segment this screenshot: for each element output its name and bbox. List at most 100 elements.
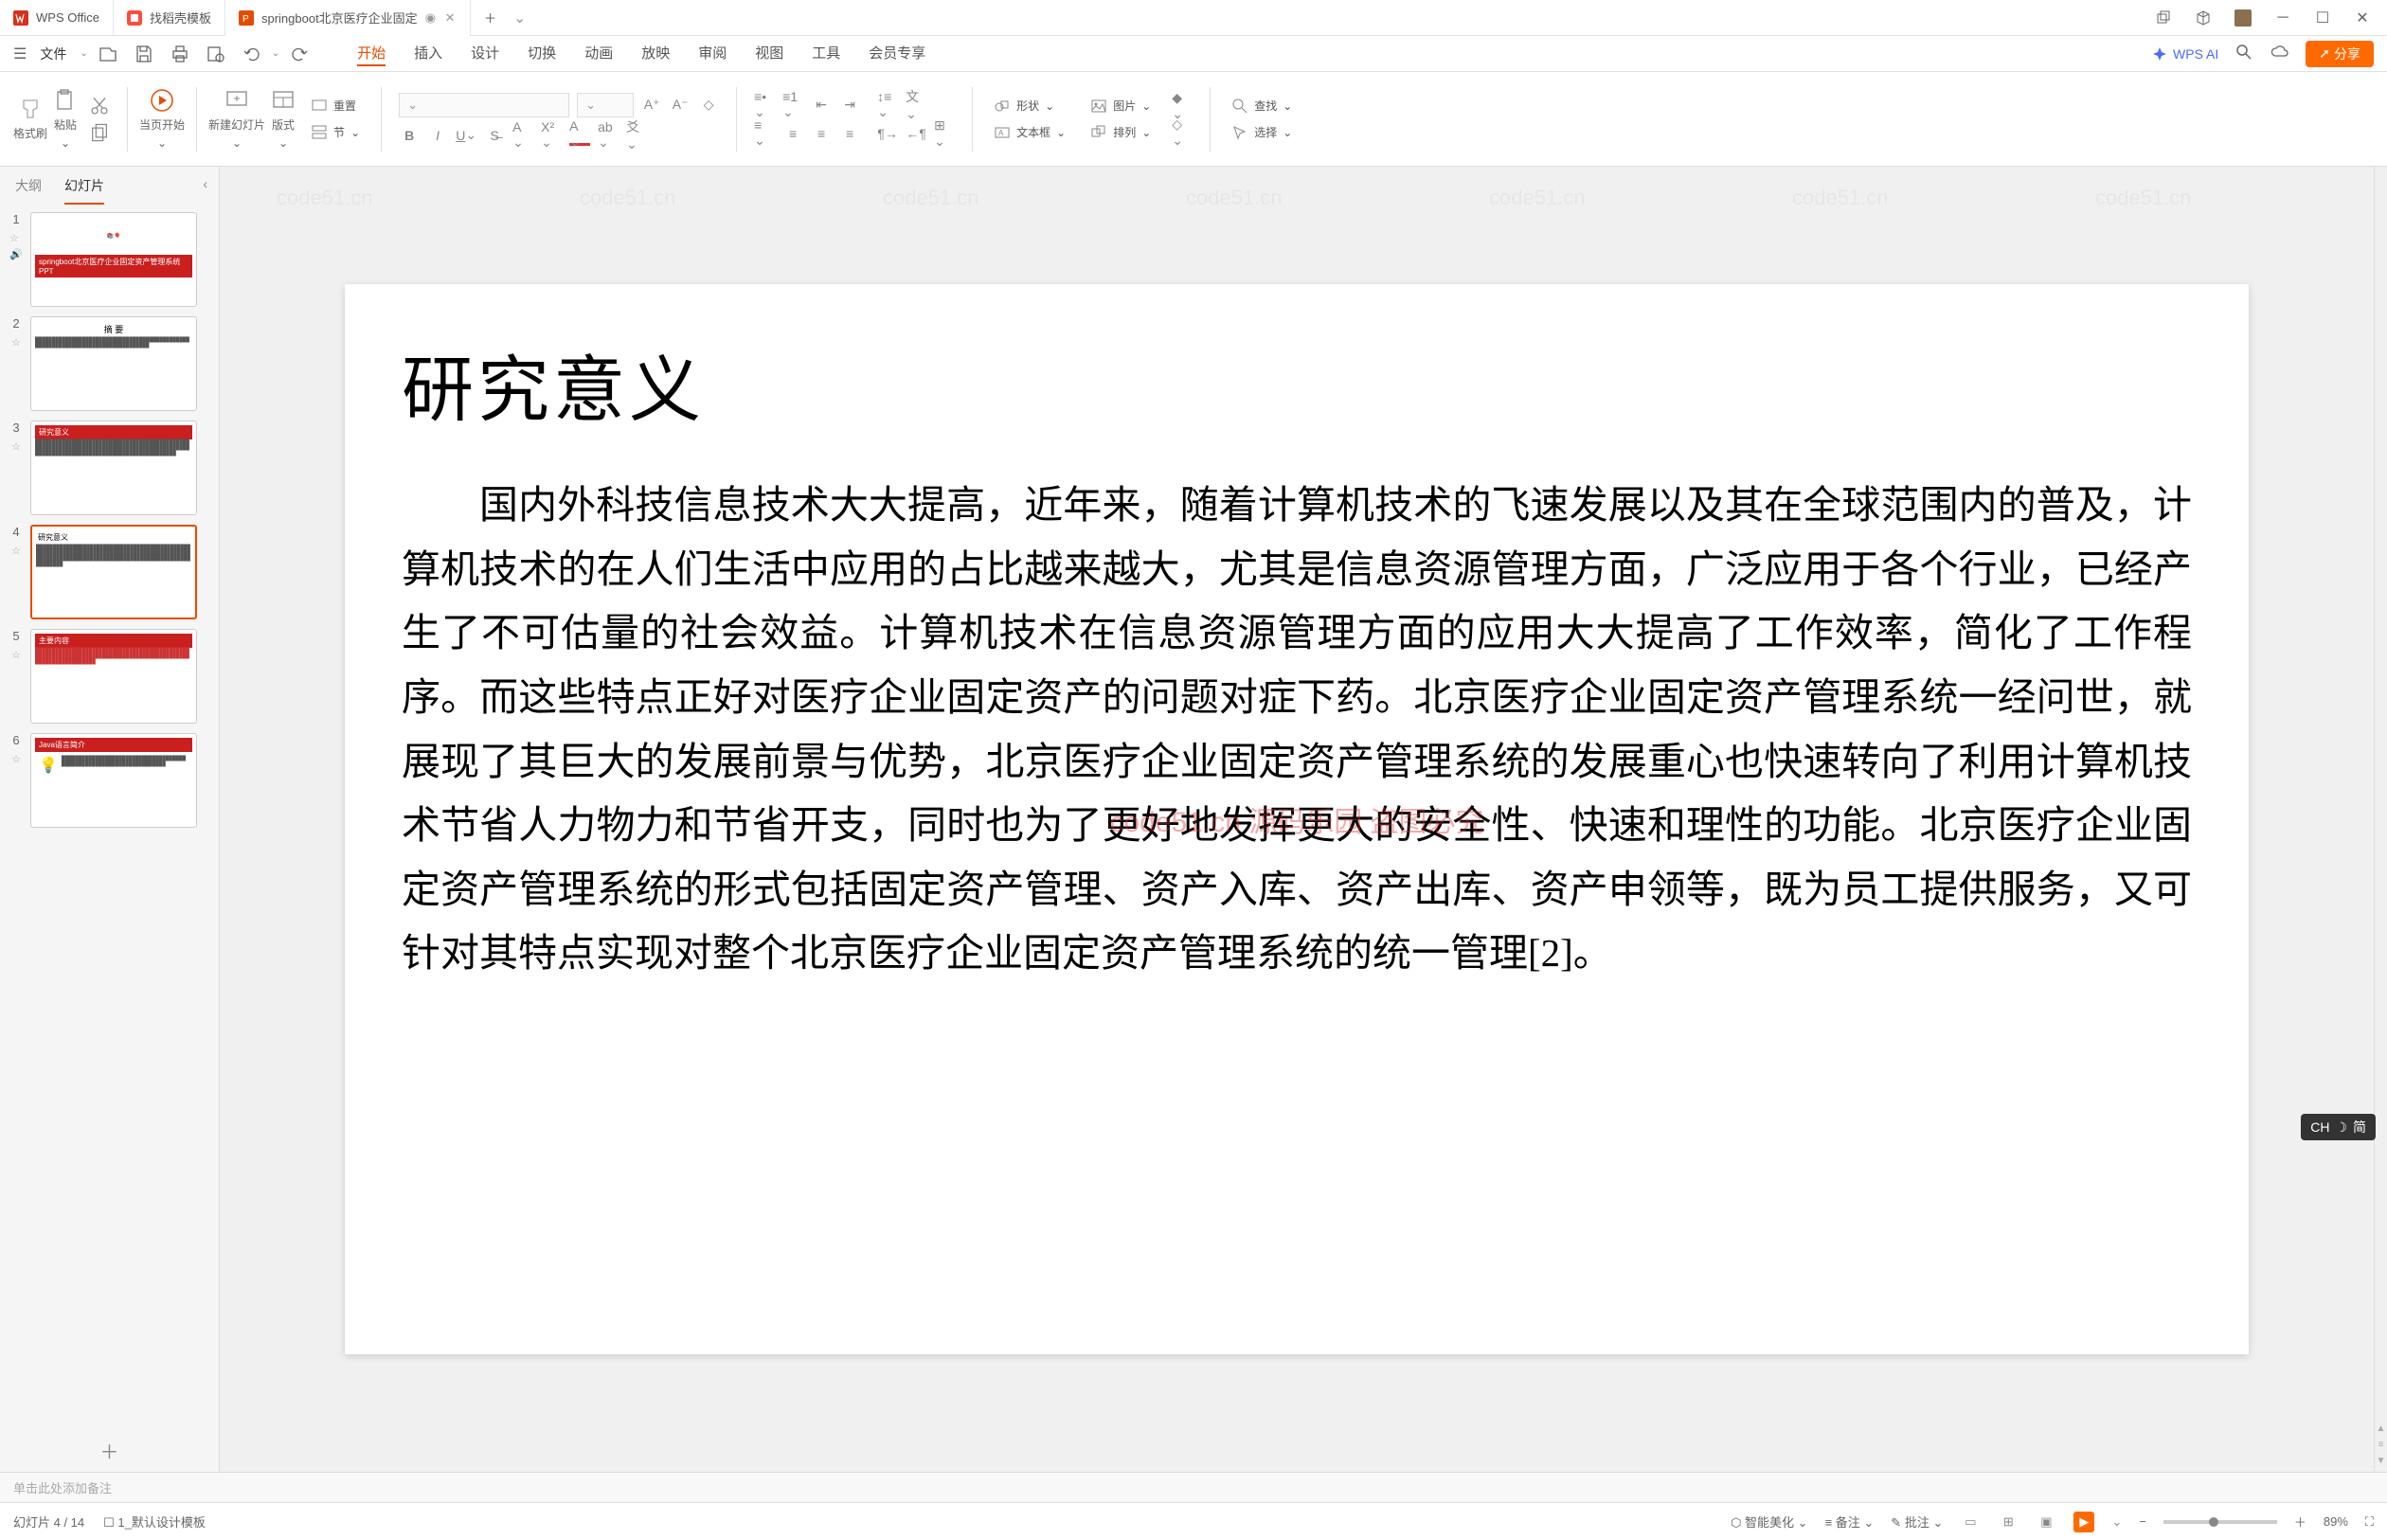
hamburger-icon[interactable]: ☰ xyxy=(13,45,27,63)
align-right-icon[interactable]: ≡ xyxy=(811,123,832,144)
indent-decrease-icon[interactable]: ⇤ xyxy=(811,95,832,116)
layout-button[interactable]: 版式 ⌄ xyxy=(271,88,296,150)
tab-slideshow[interactable]: 放映 xyxy=(641,41,670,66)
new-slide-button[interactable]: 新建幻灯片 ⌄ xyxy=(208,88,265,150)
normal-view-icon[interactable]: ▭ xyxy=(1960,1512,1981,1532)
slide-counter[interactable]: 幻灯片 4 / 14 xyxy=(13,1513,84,1531)
comments-toggle[interactable]: ✎ 批注 ⌄ xyxy=(1891,1513,1943,1531)
thumbnail-1[interactable]: 📚🎈springboot北京医疗企业固定资产管理系统 PPT xyxy=(30,212,197,307)
tab-templates[interactable]: 找稻壳模板 xyxy=(114,0,225,36)
new-tab-button[interactable]: ＋ xyxy=(471,0,510,36)
find-button[interactable]: 查找 ⌄ xyxy=(1228,96,1296,116)
columns-icon[interactable]: ⊞ ⌄ xyxy=(934,123,955,144)
print-preview-icon[interactable] xyxy=(206,44,226,64)
star-icon[interactable]: ☆ xyxy=(11,545,21,557)
ime-indicator[interactable]: CH ☽ 简 xyxy=(2301,1114,2376,1140)
align-justify-icon[interactable]: ≡ xyxy=(839,123,860,144)
numbering-icon[interactable]: ≡1 ⌄ xyxy=(782,95,803,116)
tab-design[interactable]: 设计 xyxy=(471,41,499,66)
slide[interactable]: 研究意义 国内外科技信息技术大大提高，近年来，随着计算机技术的飞速发展以及其在全… xyxy=(345,284,2249,1354)
text-effect-icon[interactable]: 爻 ⌄ xyxy=(626,125,647,146)
textbox-button[interactable]: A文本框 ⌄ xyxy=(990,122,1069,143)
select-button[interactable]: 选择 ⌄ xyxy=(1228,122,1296,143)
notes-toggle[interactable]: ≡ 备注 ⌄ xyxy=(1825,1513,1875,1531)
italic-icon[interactable]: I xyxy=(427,125,448,146)
share-button[interactable]: ➚ 分享 xyxy=(2306,41,2374,67)
tab-wps-office[interactable]: WPS Office xyxy=(0,0,114,36)
file-menu[interactable]: 文件 xyxy=(30,41,76,67)
tab-tools[interactable]: 工具 xyxy=(812,41,840,66)
thumbnail-6[interactable]: Java语言简介💡███████████████████████████████… xyxy=(30,733,197,828)
format-brush-button[interactable]: 格式刷 xyxy=(13,97,47,141)
wps-ai-button[interactable]: WPS AI xyxy=(2152,46,2218,62)
collapse-panel-icon[interactable]: ‹ xyxy=(203,176,207,191)
tab-document[interactable]: P springboot北京医疗企业固定 ◉ ✕ xyxy=(225,0,471,36)
audio-icon[interactable]: 🔊 xyxy=(9,248,23,260)
tab-review[interactable]: 审阅 xyxy=(698,41,727,66)
scroll-page-icon[interactable]: ≡ xyxy=(2378,1440,2384,1450)
star-icon[interactable]: ☆ xyxy=(9,232,23,244)
right-scrollbar[interactable]: ▲ ≡ ▼ xyxy=(2374,167,2387,1472)
tab-insert[interactable]: 插入 xyxy=(414,41,442,66)
cube-icon[interactable] xyxy=(2192,7,2215,29)
chevron-down-icon[interactable]: ⌄ xyxy=(80,48,87,59)
notes-bar[interactable]: 单击此处添加备注 xyxy=(0,1472,2387,1502)
font-decrease-icon[interactable]: A⁻ xyxy=(670,95,691,116)
avatar-icon[interactable] xyxy=(2232,7,2254,29)
redo-icon[interactable] xyxy=(289,44,310,64)
cloud-icon[interactable] xyxy=(2270,43,2288,64)
close-icon[interactable]: ✕ xyxy=(443,11,457,25)
scroll-up-icon[interactable]: ▲ xyxy=(2377,1424,2386,1434)
strikethrough-icon[interactable]: S̶ xyxy=(484,125,505,146)
print-icon[interactable] xyxy=(170,44,190,64)
zoom-out-icon[interactable]: − xyxy=(2139,1514,2146,1529)
zoom-level[interactable]: 89% xyxy=(2324,1514,2348,1529)
zoom-slider[interactable] xyxy=(2163,1520,2277,1524)
reading-view-icon[interactable]: ▣ xyxy=(2036,1512,2056,1532)
star-icon[interactable]: ☆ xyxy=(11,649,21,661)
paste-button[interactable]: 粘贴 ⌄ xyxy=(53,88,78,150)
font-name-select[interactable]: ⌄ xyxy=(399,93,569,117)
zoom-in-icon[interactable]: ＋ xyxy=(2294,1513,2306,1531)
tab-member[interactable]: 会员专享 xyxy=(869,41,925,66)
ltr-icon[interactable]: ←¶ xyxy=(906,123,926,144)
clear-format-icon[interactable]: ◇ xyxy=(698,95,719,116)
rtl-icon[interactable]: ¶→ xyxy=(877,123,898,144)
font-size-select[interactable]: ⌄ xyxy=(577,93,634,117)
line-spacing-icon[interactable]: ↕≡ ⌄ xyxy=(877,95,898,116)
tab-transition[interactable]: 切换 xyxy=(528,41,556,66)
align-center-icon[interactable]: ≡ xyxy=(782,123,803,144)
maximize-icon[interactable]: ☐ xyxy=(2311,7,2334,29)
tab-animation[interactable]: 动画 xyxy=(584,41,613,66)
star-icon[interactable]: ☆ xyxy=(11,336,21,349)
section-button[interactable]: 节 ⌄ xyxy=(307,122,364,143)
outline-tab[interactable]: 大纲 xyxy=(15,176,42,205)
scroll-down-icon[interactable]: ▼ xyxy=(2377,1456,2386,1466)
star-icon[interactable]: ☆ xyxy=(11,440,21,453)
bullets-icon[interactable]: ≡• ⌄ xyxy=(754,95,775,116)
superscript-icon[interactable]: X² ⌄ xyxy=(541,125,562,146)
beautify-button[interactable]: ⬡ 智能美化 ⌄ xyxy=(1731,1513,1808,1531)
picture-button[interactable]: 图片 ⌄ xyxy=(1086,96,1155,116)
tab-start[interactable]: 开始 xyxy=(357,41,386,66)
play-from-current-button[interactable]: 当页开始 ⌄ xyxy=(139,88,185,150)
copy-icon[interactable] xyxy=(89,122,110,143)
fill-color-icon[interactable]: ◆ ⌄ xyxy=(1172,96,1193,116)
copy-window-icon[interactable] xyxy=(2152,7,2175,29)
minimize-icon[interactable]: ─ xyxy=(2271,7,2294,29)
cut-icon[interactable] xyxy=(89,96,110,116)
thumbnail-5[interactable]: 主要内容████████████████████████████████████… xyxy=(30,629,197,724)
slide-title[interactable]: 研究意义 xyxy=(402,331,2192,436)
bold-icon[interactable]: B xyxy=(399,125,420,146)
align-left-icon[interactable]: ≡ ⌄ xyxy=(754,123,775,144)
undo-dropdown[interactable]: ⌄ xyxy=(272,48,279,59)
star-icon[interactable]: ☆ xyxy=(11,753,21,765)
outline-color-icon[interactable]: ◇ ⌄ xyxy=(1172,122,1193,143)
underline-icon[interactable]: U ⌄ xyxy=(456,125,476,146)
slideshow-view-icon[interactable]: ▶ xyxy=(2073,1512,2094,1532)
arrange-button[interactable]: 排列 ⌄ xyxy=(1086,122,1155,143)
thumbnail-3[interactable]: 研究意义████████████████████████████████████… xyxy=(30,421,197,515)
tab-view[interactable]: 视图 xyxy=(755,41,783,66)
thumbnail-2[interactable]: 摘 要█████████████████████████████████████… xyxy=(30,316,197,411)
font-color-icon[interactable]: A ⌄ xyxy=(569,125,590,146)
